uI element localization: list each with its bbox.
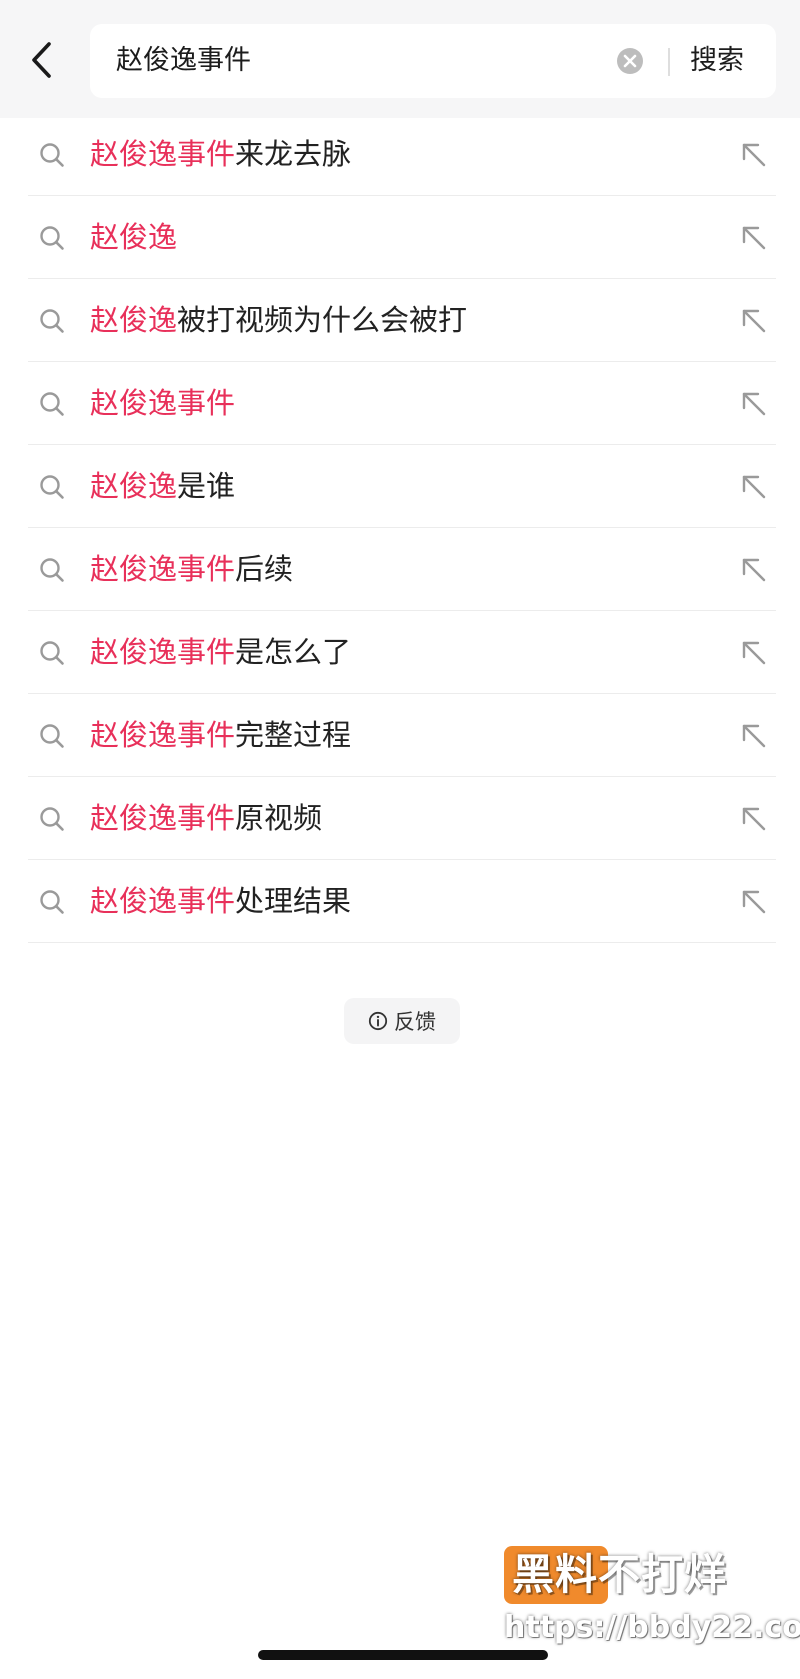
- chevron-left-icon: [32, 42, 51, 78]
- suggestion-text: 赵俊逸事件处理结果: [90, 860, 351, 943]
- arrow-up-left-icon[interactable]: [740, 722, 768, 750]
- suggestion-rest: 是怎么了: [235, 635, 352, 669]
- suggestion-row[interactable]: 赵俊逸事件完整过程: [28, 694, 776, 777]
- suggestion-row[interactable]: 赵俊逸事件处理结果: [28, 860, 776, 943]
- suggestion-rest: 来龙去脉: [235, 137, 352, 171]
- arrow-up-left-icon[interactable]: [740, 224, 768, 252]
- arrow-up-left-icon[interactable]: [740, 639, 768, 667]
- search-header: 赵俊逸事件 搜索: [0, 0, 800, 118]
- suggestion-highlight: 赵俊逸事件: [90, 635, 236, 669]
- suggestion-row[interactable]: 赵俊逸是谁: [28, 445, 776, 528]
- suggestion-text: 赵俊逸事件完整过程: [90, 694, 351, 777]
- suggestion-highlight: 赵俊逸事件: [90, 801, 236, 835]
- arrow-up-left-icon[interactable]: [740, 141, 768, 169]
- suggestion-rest: 是谁: [177, 469, 236, 503]
- suggestion-text: 赵俊逸事件来龙去脉: [90, 113, 351, 196]
- search-divider: [668, 48, 670, 76]
- suggestion-text: 赵俊逸事件原视频: [90, 777, 322, 860]
- suggestion-highlight: 赵俊逸事件: [90, 884, 236, 918]
- back-button[interactable]: [22, 36, 62, 84]
- feedback-label: 反馈: [394, 1010, 436, 1034]
- search-icon: [40, 558, 64, 582]
- search-box[interactable]: 赵俊逸事件 搜索: [90, 24, 776, 98]
- suggestion-highlight: 赵俊逸: [90, 469, 178, 503]
- suggestion-rest: 被打视频为什么会被打: [177, 303, 468, 337]
- suggestion-row[interactable]: 赵俊逸事件后续: [28, 528, 776, 611]
- suggestion-row[interactable]: 赵俊逸事件是怎么了: [28, 611, 776, 694]
- search-icon: [40, 392, 64, 416]
- suggestion-text: 赵俊逸事件后续: [90, 528, 293, 611]
- suggestion-list: 赵俊逸事件来龙去脉 赵俊逸 赵俊逸被打视频为什么会被打 赵俊逸事件 赵俊逸是谁 赵俊逸事件…: [28, 113, 776, 943]
- arrow-up-left-icon[interactable]: [740, 556, 768, 584]
- suggestion-rest: 完整过程: [235, 718, 352, 752]
- suggestion-text: 赵俊逸是谁: [90, 445, 235, 528]
- suggestion-text: 赵俊逸事件是怎么了: [90, 611, 351, 694]
- suggestion-rest: 后续: [235, 552, 294, 586]
- arrow-up-left-icon[interactable]: [740, 390, 768, 418]
- suggestion-highlight: 赵俊逸事件: [90, 137, 236, 171]
- search-icon: [40, 807, 64, 831]
- watermark-url: https://bbdy22.com: [504, 1610, 800, 1645]
- search-icon: [40, 724, 64, 748]
- clear-button[interactable]: [616, 47, 644, 75]
- search-input[interactable]: 赵俊逸事件: [116, 24, 596, 98]
- suggestion-row[interactable]: 赵俊逸被打视频为什么会被打: [28, 279, 776, 362]
- suggestion-highlight: 赵俊逸事件: [90, 718, 236, 752]
- suggestion-rest: 原视频: [235, 801, 323, 835]
- info-icon: [368, 1011, 388, 1031]
- suggestion-highlight: 赵俊逸事件: [90, 386, 236, 420]
- suggestion-rest: 处理结果: [235, 884, 352, 918]
- suggestion-row[interactable]: 赵俊逸事件: [28, 362, 776, 445]
- suggestion-highlight: 赵俊逸: [90, 303, 178, 337]
- watermark-logo: 黑料不打烊: [512, 1550, 728, 1599]
- search-icon: [40, 475, 64, 499]
- suggestion-highlight: 赵俊逸事件: [90, 552, 236, 586]
- watermark: 黑料不打烊 https://bbdy22.com: [504, 1540, 800, 1650]
- suggestion-row[interactable]: 赵俊逸: [28, 196, 776, 279]
- suggestion-row[interactable]: 赵俊逸事件来龙去脉: [28, 113, 776, 196]
- suggestion-text: 赵俊逸事件: [90, 362, 235, 445]
- suggestion-text: 赵俊逸: [90, 196, 177, 279]
- suggestion-text: 赵俊逸被打视频为什么会被打: [90, 279, 467, 362]
- arrow-up-left-icon[interactable]: [740, 805, 768, 833]
- search-icon: [40, 226, 64, 250]
- suggestion-highlight: 赵俊逸: [90, 220, 178, 254]
- arrow-up-left-icon[interactable]: [740, 888, 768, 916]
- arrow-up-left-icon[interactable]: [740, 473, 768, 501]
- feedback-button[interactable]: 反馈: [344, 998, 460, 1044]
- search-icon: [40, 309, 64, 333]
- search-icon: [40, 143, 64, 167]
- search-icon: [40, 890, 64, 914]
- home-indicator[interactable]: [258, 1650, 548, 1660]
- clear-circle-icon: [617, 48, 643, 74]
- search-icon: [40, 641, 64, 665]
- arrow-up-left-icon[interactable]: [740, 307, 768, 335]
- search-button[interactable]: 搜索: [690, 24, 744, 98]
- suggestion-row[interactable]: 赵俊逸事件原视频: [28, 777, 776, 860]
